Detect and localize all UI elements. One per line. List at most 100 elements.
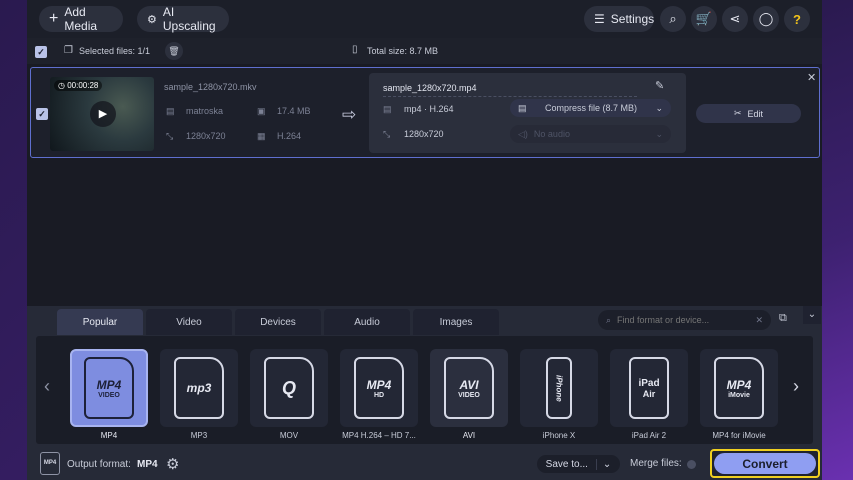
mp4-imovie-icon: MP4 iMovie [714,357,764,419]
merge-files-label: Merge files: [630,458,682,469]
output-format-icon: MP4 [40,452,60,475]
avi-icon: AVI VIDEO [444,357,494,419]
format-card-mov[interactable]: Q [250,349,328,427]
tab-popular[interactable]: Popular [57,309,143,335]
compress-icon: ▤ [518,102,527,113]
compress-dropdown[interactable]: ▤ Compress file (8.7 MB) ⌄ [510,99,671,117]
format-label-mp4-imovie: MP4 for iMovie [712,431,766,440]
total-size: Total size: 8.7 MB [367,46,439,56]
format-card-mp4-hd[interactable]: MP4 HD [340,349,418,427]
top-toolbar: + Add Media ⚙ AI Upscaling ☰ Settings ⌕ … [27,0,822,38]
tab-images[interactable]: Images [413,309,499,335]
disk-icon: ▣ [257,106,266,116]
delete-button[interactable]: 🗑 [165,42,183,60]
format-label-avi: AVI [462,431,476,440]
edit-button[interactable]: ✂ Edit [696,104,801,123]
settings-button[interactable]: ☰ Settings [584,6,654,32]
tab-audio[interactable]: Audio [324,309,410,335]
video-thumbnail[interactable]: ◷ 00:00:28 ▶ [50,77,154,151]
iphone-icon: iPhone [546,357,572,419]
pencil-icon[interactable]: ✎ [655,79,664,92]
format-card-mp3[interactable]: mp3 [160,349,238,427]
play-icon: ▶ [98,108,108,120]
file-list-area [27,160,822,306]
output-format-codec: mp4 · H.264 [404,104,454,114]
play-button[interactable]: ▶ [90,101,116,127]
format-search[interactable]: ⌕ ✕ [598,310,771,330]
help-button[interactable]: ? [784,6,810,32]
file-row[interactable]: ✓ ◷ 00:00:28 ▶ sample_1280x720.mkv ▤ mat… [30,67,820,158]
next-arrow-button[interactable]: › [793,376,799,397]
cart-icon: 🛒 [695,11,713,26]
collapse-panel-button[interactable]: ⌄ [803,306,821,324]
resize-icon: ⤡ [166,131,174,141]
format-card-mp4[interactable]: MP4 VIDEO [70,349,148,427]
format-label-mov: MOV [279,431,299,440]
selection-bar: ✓ ❐ Selected files: 1/1 🗑 ▯ Total size: … [27,38,822,64]
prev-arrow-button[interactable]: ‹ [44,376,50,397]
scissors-icon: ✂ [733,108,742,118]
format-label-mp4: MP4 [100,431,118,440]
share-button[interactable]: ⋖ [722,6,748,32]
select-all-checkbox[interactable]: ✓ [35,46,47,58]
output-format-label: Output format: [67,459,131,470]
format-card-ipad-air-2[interactable]: iPad Air [610,349,688,427]
source-container: matroska [186,106,224,116]
ipad-icon: iPad Air [629,357,669,419]
user-icon: ◯ [758,11,774,26]
document-icon: ▯ [352,44,358,55]
tab-video[interactable]: Video [146,309,232,335]
add-media-button[interactable]: + Add Media [39,5,123,33]
speaker-icon: ◁) [518,128,528,139]
format-card-avi[interactable]: AVI VIDEO [430,349,508,427]
format-card-mp4-imovie[interactable]: MP4 iMovie [700,349,778,427]
cart-button[interactable]: 🛒 [691,6,717,32]
mp4-icon: MP4 VIDEO [84,357,134,419]
library-icon: ⧉ [779,312,787,324]
format-label-ipad-air-2: iPad Air 2 [631,431,667,440]
format-grid: ‹ MP4 VIDEO MP4 mp3 MP3 Q MOV MP4 HD MP4 H… [36,336,813,444]
filename-underline [383,96,637,97]
convert-button[interactable]: Convert [714,453,816,474]
clear-search-icon[interactable]: ✕ [755,315,763,326]
film-icon: ▤ [166,106,175,116]
selected-files-count: Selected files: 1/1 [79,46,151,56]
remove-file-button[interactable]: ✕ [807,71,816,84]
duration-badge: ◷ 00:00:28 [54,80,103,91]
source-resolution: 1280x720 [186,131,226,141]
source-codec: H.264 [277,131,302,141]
files-icon: ❐ [64,45,73,56]
bottom-bar: MP4 Output format: MP4 ⚙ Save to... ⌄ Me… [27,446,822,480]
search-icon: ⌕ [606,314,612,325]
gear-icon[interactable]: ⚙ [166,455,179,473]
output-format-value: MP4 [137,459,158,470]
source-size: 17.4 MB [277,106,311,116]
resize-icon: ⤡ [383,129,391,139]
save-to-button[interactable]: Save to... ⌄ [537,455,620,473]
format-label-mp3: MP3 [190,431,208,440]
format-card-iphone-x[interactable]: iPhone [520,349,598,427]
mp4-hd-icon: MP4 HD [354,357,404,419]
output-resolution: 1280x720 [404,129,444,139]
format-search-input[interactable] [617,315,750,325]
output-settings-box: sample_1280x720.mp4 ✎ ▤ mp4 · H.264 ▤ Co… [369,73,686,153]
format-library-button[interactable]: ⧉ [779,312,795,328]
merge-files-toggle[interactable] [687,460,696,469]
chevron-down-icon: ⌄ [655,102,663,113]
plus-icon: + [49,10,59,27]
share-icon: ⋖ [729,11,741,26]
close-icon: ✕ [807,72,817,84]
audio-dropdown[interactable]: ◁) No audio ⌄ [510,125,671,143]
mp3-icon: mp3 [174,357,224,419]
output-filename[interactable]: sample_1280x720.mp4 [383,83,477,93]
format-label-iphone-x: iPhone X [542,431,576,440]
search-button[interactable]: ⌕ [660,6,686,32]
chevron-down-icon: ⌄ [655,128,663,139]
file-checkbox[interactable]: ✓ [36,108,48,120]
convert-arrow-icon: ⇨ [342,105,357,124]
account-button[interactable]: ◯ [753,6,779,32]
ai-upscaling-button[interactable]: ⚙ AI Upscaling [137,5,229,33]
tab-devices[interactable]: Devices [235,309,321,335]
app-window: + Add Media ⚙ AI Upscaling ☰ Settings ⌕ … [27,0,822,480]
quicktime-icon: Q [264,357,314,419]
